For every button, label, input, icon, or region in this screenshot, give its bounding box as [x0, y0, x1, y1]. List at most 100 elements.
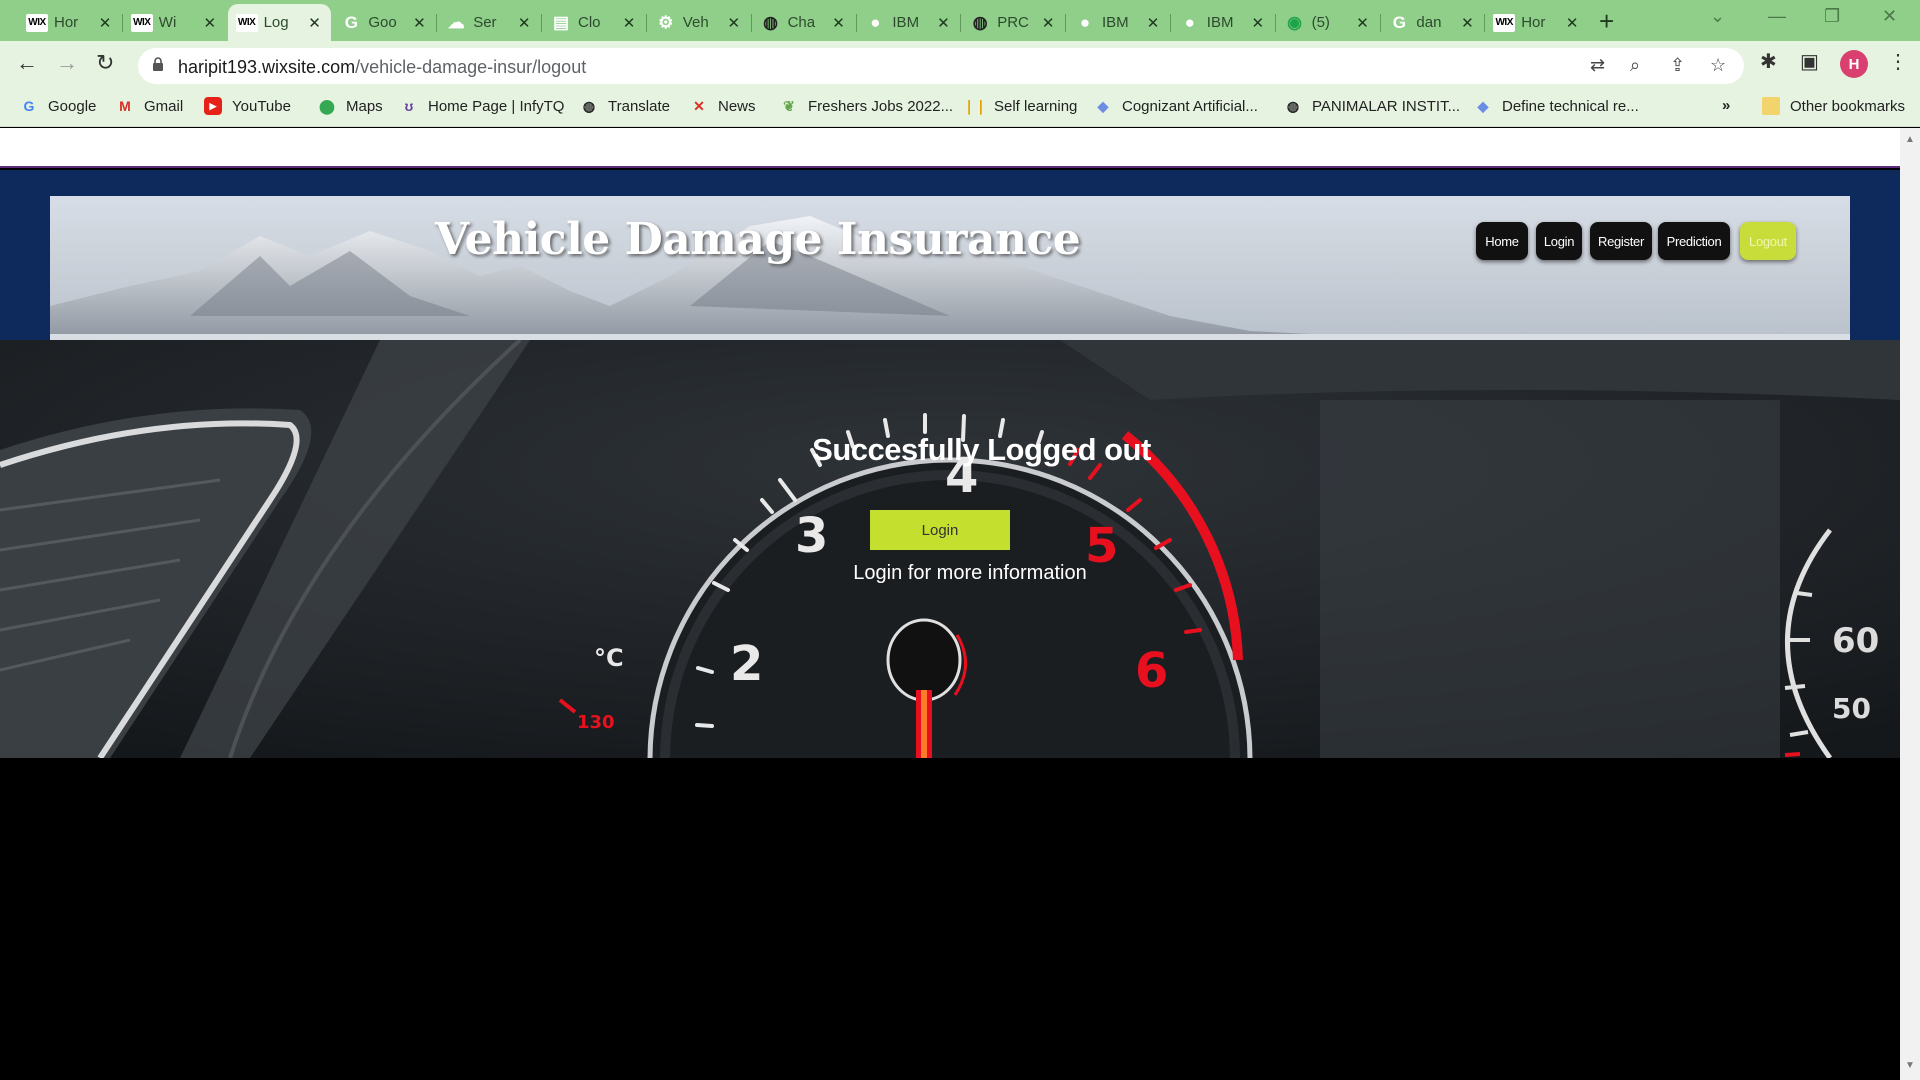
browser-tab[interactable]: ▤ Clo ✕ — [542, 4, 645, 41]
temp-unit-label: °C — [594, 644, 624, 672]
browser-tab[interactable]: ◉ (5) ✕ — [1276, 4, 1379, 41]
google-icon: G — [1392, 12, 1406, 32]
browser-tab[interactable]: Gdan ✕ — [1380, 4, 1483, 41]
address-bar[interactable]: haripit193.wixsite.com/vehicle-damage-in… — [138, 48, 1744, 84]
hero-section: 2 3 4 5 6 °C 130 60 50 Succesfully Logge… — [0, 340, 1900, 758]
tab-title: IBM — [892, 14, 920, 31]
wix-icon: WIX — [26, 13, 48, 32]
tab-close-icon[interactable]: ✕ — [1355, 14, 1371, 32]
extensions-icon[interactable]: ✱ — [1760, 49, 1777, 74]
news-icon: ✕ — [693, 97, 705, 114]
gauge-number-3: 3 — [795, 508, 828, 564]
site-title: Vehicle Damage Insurance — [435, 214, 1081, 265]
tab-close-icon[interactable]: ✕ — [1564, 14, 1580, 32]
bookmarks-overflow-button[interactable]: » — [1722, 97, 1730, 114]
wix-top-bar — [0, 128, 1900, 168]
browser-tab[interactable]: WIX Wi ✕ — [123, 4, 226, 41]
google-icon: G — [23, 98, 35, 114]
tab-close-icon[interactable]: ✕ — [1040, 14, 1056, 32]
nav-login-button[interactable]: Login — [1536, 222, 1582, 260]
close-window-button[interactable]: ✕ — [1882, 6, 1897, 27]
scroll-up-arrow-icon[interactable]: ▲ — [1905, 134, 1915, 145]
tab-close-icon[interactable]: ✕ — [97, 14, 113, 32]
tab-close-icon[interactable]: ✕ — [307, 14, 323, 32]
translate-icon[interactable]: ⇄ — [1590, 55, 1605, 76]
side-panel-icon[interactable]: ▣ — [1800, 49, 1819, 74]
tab-close-icon[interactable]: ✕ — [726, 14, 742, 32]
browser-tab[interactable]: ◍ PRC ✕ — [961, 4, 1064, 41]
bookmark-item[interactable]: ʊ Home Page | InfyTQ — [400, 97, 565, 115]
nav-logout-button[interactable]: Logout — [1740, 222, 1796, 260]
browser-tab[interactable]: G Goo ✕ — [332, 4, 435, 41]
bookmark-item[interactable]: ◍ Translate — [580, 97, 670, 115]
tab-search-chevron-icon[interactable]: ⌄ — [1710, 6, 1725, 27]
share-icon[interactable]: ⇪ — [1670, 55, 1685, 76]
browser-tab[interactable]: ☁ Ser ✕ — [437, 4, 540, 41]
page-scrollbar[interactable]: ▲ ▼ — [1900, 128, 1920, 1080]
tab-close-icon[interactable]: ✕ — [202, 14, 218, 32]
bookmark-item[interactable]: ✕ News — [690, 97, 756, 115]
zoom-icon[interactable]: ⌕ — [1630, 55, 1640, 76]
bookmark-label: YouTube — [232, 97, 291, 115]
browser-tab[interactable]: ● IBM ✕ — [1066, 4, 1169, 41]
browser-tab[interactable]: WIX Hor ✕ — [18, 4, 121, 41]
login-button[interactable]: Login — [870, 510, 1010, 550]
tab-close-icon[interactable]: ✕ — [621, 14, 637, 32]
bookmark-item[interactable]: ❘❘ Self learning — [963, 97, 1077, 115]
tab-title: Veh — [682, 14, 709, 31]
globe-icon: ◍ — [582, 97, 596, 114]
browser-tab[interactable]: WIX Hor ✕ — [1485, 4, 1588, 41]
bookmark-item[interactable]: ❦ Freshers Jobs 2022... — [780, 97, 953, 115]
bookmark-label: News — [718, 97, 756, 115]
menu-kebab-icon[interactable]: ⋮ — [1888, 49, 1908, 74]
bookmark-label: Define technical re... — [1502, 97, 1639, 115]
browser-toolbar: ← → ↻ haripit193.wixsite.com/vehicle-dam… — [0, 41, 1920, 89]
reload-button[interactable]: ↻ — [96, 50, 114, 76]
tab-close-icon[interactable]: ✕ — [831, 14, 847, 32]
nav-register-button[interactable]: Register — [1590, 222, 1652, 260]
wix-icon: WIX — [1493, 13, 1516, 32]
bookmark-star-icon[interactable]: ☆ — [1710, 55, 1726, 76]
logout-heading: Succesfully Logged out — [812, 432, 1151, 467]
right-gauge-bottom-number: 50 — [1832, 692, 1871, 725]
browser-tab[interactable]: ● IBM ✕ — [856, 4, 959, 41]
bookmark-label: Google — [48, 97, 97, 115]
bookmark-item[interactable]: ◆ Define technical re... — [1474, 97, 1639, 115]
bookmark-item[interactable]: G Google — [20, 97, 97, 115]
bookmark-item[interactable]: ◆ Cognizant Artificial... — [1094, 97, 1258, 115]
restore-button[interactable]: ❐ — [1824, 6, 1840, 27]
profile-avatar[interactable]: H — [1840, 50, 1868, 78]
browser-tab[interactable]: ● IBM ✕ — [1171, 4, 1274, 41]
gmail-icon: M — [119, 98, 131, 114]
github-icon: ● — [1079, 12, 1091, 32]
tab-title: Goo — [368, 14, 397, 31]
browser-tab[interactable]: ◍ Cha ✕ — [752, 4, 855, 41]
tab-close-icon[interactable]: ✕ — [1145, 14, 1161, 32]
diamond-icon: ◆ — [1477, 97, 1489, 114]
bookmark-item[interactable]: M Gmail — [116, 97, 183, 115]
back-button[interactable]: ← — [16, 50, 38, 76]
tab-title: (5) — [1311, 14, 1330, 31]
tab-title: Ser — [473, 14, 497, 31]
minimize-button[interactable]: — — [1768, 6, 1786, 27]
bookmark-item[interactable]: ⬤ Maps — [318, 97, 383, 115]
tab-close-icon[interactable]: ✕ — [935, 14, 951, 32]
tab-title: IBM — [1206, 14, 1234, 31]
tab-title: IBM — [1102, 14, 1129, 31]
tab-close-icon[interactable]: ✕ — [1459, 14, 1475, 32]
browser-tab[interactable]: ⚙ Veh ✕ — [647, 4, 750, 41]
infytq-icon: ʊ — [404, 98, 414, 114]
other-bookmarks[interactable]: Other bookmarks — [1762, 97, 1905, 115]
tab-close-icon[interactable]: ✕ — [1250, 14, 1266, 32]
leaf-icon: ❦ — [783, 97, 795, 114]
browser-tab[interactable]: WIX Log ✕ — [227, 4, 331, 41]
scroll-down-arrow-icon[interactable]: ▼ — [1905, 1060, 1915, 1071]
nav-prediction-button[interactable]: Prediction — [1658, 222, 1730, 260]
tab-close-icon[interactable]: ✕ — [516, 14, 532, 32]
bookmark-item[interactable]: ▶ YouTube — [204, 97, 291, 115]
forward-button[interactable]: → — [56, 50, 78, 76]
bookmark-item[interactable]: ◍ PANIMALAR INSTIT... — [1284, 97, 1460, 115]
nav-home-button[interactable]: Home — [1476, 222, 1528, 260]
tab-close-icon[interactable]: ✕ — [411, 14, 427, 32]
new-tab-button[interactable]: + — [1599, 6, 1614, 37]
